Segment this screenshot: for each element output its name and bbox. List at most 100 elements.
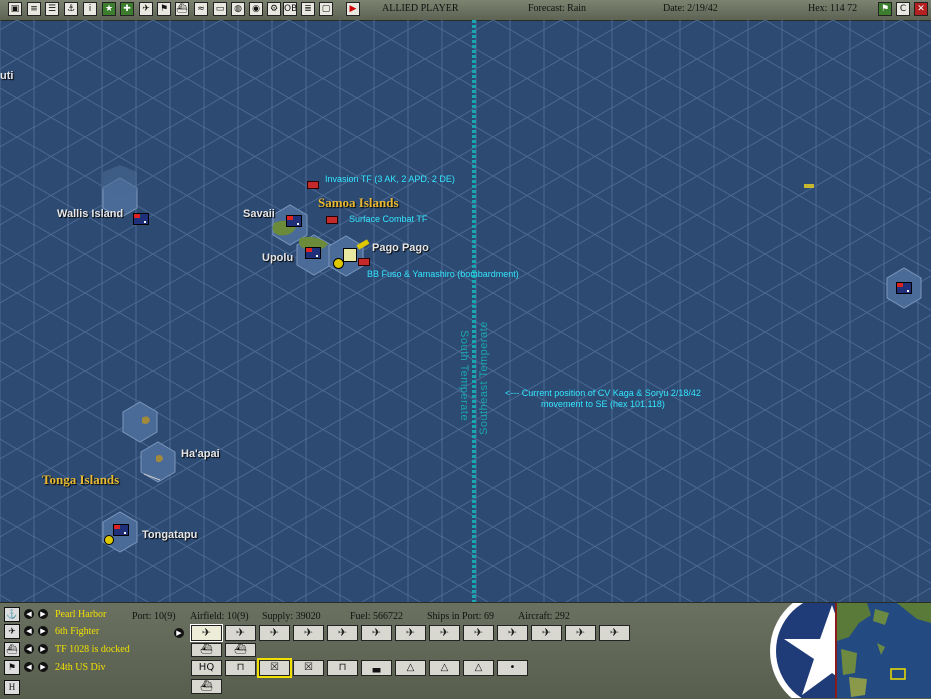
globe-icon[interactable]: ◍	[231, 2, 245, 16]
prev-arrow-icon[interactable]: ◀	[24, 662, 34, 672]
ship-icon[interactable]: ⛴	[4, 642, 20, 657]
mission-button[interactable]: ▃	[361, 660, 392, 676]
hex-grid	[0, 20, 931, 602]
upolu-base-flag[interactable]	[305, 247, 321, 259]
sub-icon[interactable]: ≈	[194, 2, 208, 16]
task-force-status[interactable]: TF 1028 is docked	[55, 644, 130, 655]
place-label-pago-pago: Pago Pago	[372, 242, 429, 254]
bombardment-tf-icon[interactable]	[358, 258, 370, 266]
flag-icon[interactable]: ⚑	[4, 660, 20, 675]
hex-readout: Hex: 114 72	[808, 3, 858, 14]
aircraft-scroll-arrow-icon[interactable]: ▶	[174, 628, 184, 638]
land-unit-row: ⚑ ◀ ▶ 24th US Div	[0, 660, 190, 677]
aircraft-slot-button[interactable]: ✈	[531, 625, 562, 641]
weather-label-southeast: Southeast Temperate	[478, 321, 490, 435]
list-icon[interactable]: ☰	[45, 2, 59, 16]
mission-button[interactable]: •	[497, 660, 528, 676]
save-icon[interactable]: ▢	[319, 2, 333, 16]
map-view[interactable]: uti Wallis Island Savaii Upolu Pago Pago…	[0, 20, 931, 602]
aircraft-slot-button[interactable]: ✈	[497, 625, 528, 641]
help-icon[interactable]: ◉	[249, 2, 263, 16]
next-arrow-icon[interactable]: ▶	[38, 626, 48, 636]
aircraft-slot-button[interactable]: ✈	[463, 625, 494, 641]
place-label-wallis: Wallis Island	[57, 208, 124, 220]
mission-button[interactable]: ⊓	[327, 660, 358, 676]
mission-button[interactable]: HQ	[191, 660, 222, 676]
aircraft-slot-button[interactable]: ✈	[565, 625, 596, 641]
star-icon[interactable]: ★	[102, 2, 116, 16]
flag-toggle-icon[interactable]: ⚑	[878, 2, 892, 16]
top-toolbar: ▣ ≡ ☰ ⚓ i ★ ✚ ✈ ⚑ ⛴ ≈ ▭ ◍ ◉ ⚙ OB ≣ ▢ ▶ A…	[0, 0, 931, 21]
flag-icon[interactable]: ⚑	[157, 2, 171, 16]
distant-ship-icon[interactable]	[804, 184, 814, 188]
gear-icon[interactable]: ⚙	[267, 2, 281, 16]
supply-stat: Supply: 39020	[262, 611, 321, 622]
air-unit-name[interactable]: 6th Fighter	[55, 626, 99, 637]
prev-arrow-icon[interactable]: ◀	[24, 644, 34, 654]
base-icon[interactable]: ▭	[213, 2, 227, 16]
ship-icon[interactable]: ⛴	[175, 2, 189, 16]
base-name[interactable]: Pearl Harbor	[55, 609, 106, 620]
info-icon[interactable]: i	[83, 2, 97, 16]
tongatapu-base-flag[interactable]	[113, 524, 129, 536]
tongatapu-airfield-icon[interactable]	[104, 535, 114, 545]
mission-button[interactable]: ☒	[293, 660, 324, 676]
mission-button[interactable]: △	[463, 660, 494, 676]
ships-in-port-stat: Ships in Port: 69	[427, 611, 494, 622]
aircraft-stat: Aircraft: 292	[518, 611, 570, 622]
place-label-tongatapu: Tongatapu	[142, 529, 198, 541]
east-base-flag[interactable]	[896, 282, 912, 294]
aircraft-slot-button[interactable]: ✈	[599, 625, 630, 641]
prev-arrow-icon[interactable]: ◀	[24, 626, 34, 636]
map-icon[interactable]: ▣	[8, 2, 22, 16]
ship-class-button[interactable]: ⛴	[191, 643, 222, 657]
allied-roundel-logo	[766, 603, 836, 698]
anchor-icon[interactable]: ⚓	[4, 607, 20, 622]
aircraft-slot-button[interactable]: ✈	[190, 624, 223, 642]
player-side: ALLIED PLAYER	[382, 3, 459, 14]
pago-pago-airfield-icon[interactable]	[333, 258, 344, 269]
hex-lines	[0, 20, 931, 602]
mission-button[interactable]: ⊓	[225, 660, 256, 676]
hq-icon[interactable]: H	[4, 680, 20, 695]
next-arrow-icon[interactable]: ▶	[38, 644, 48, 654]
forecast-text: Forecast: Rain	[528, 3, 587, 14]
transport-ship-button[interactable]: ⛴	[191, 679, 222, 694]
mission-button[interactable]: △	[429, 660, 460, 676]
place-label-savaii: Savaii	[243, 208, 275, 220]
prev-arrow-icon[interactable]: ◀	[24, 609, 34, 619]
report-icon[interactable]: ≡	[27, 2, 41, 16]
region-label-tonga: Tonga Islands	[42, 472, 120, 487]
strategic-minimap[interactable]	[835, 603, 931, 698]
fuel-stat: Fuel: 566722	[350, 611, 404, 622]
aircraft-slot-button[interactable]: ✈	[293, 625, 324, 641]
aircraft-slot-button[interactable]: ✈	[259, 625, 290, 641]
doc-icon[interactable]: ≣	[301, 2, 315, 16]
aircraft-slot-button[interactable]: ✈	[429, 625, 460, 641]
surface-combat-tf-icon[interactable]	[326, 216, 338, 224]
note-carrier-movement: movement to SE (hex 101,118)	[541, 399, 665, 409]
ship-class-button[interactable]: ⛴	[225, 643, 256, 657]
c-icon[interactable]: C	[896, 2, 910, 16]
aircraft-slot-button[interactable]: ✈	[361, 625, 392, 641]
aircraft-slot-button[interactable]: ✈	[225, 625, 256, 641]
plane-red-icon[interactable]: ✚	[120, 2, 134, 16]
next-arrow-icon[interactable]: ▶	[38, 662, 48, 672]
plane-icon[interactable]: ✈	[4, 624, 20, 639]
invasion-tf-icon[interactable]	[307, 181, 319, 189]
tf-icon[interactable]: ⚓	[64, 2, 78, 16]
pago-pago-base-icon[interactable]	[343, 248, 357, 262]
unit-plane-icon[interactable]: ✈	[139, 2, 153, 16]
end-turn-icon[interactable]: ▶	[346, 2, 360, 16]
mission-button[interactable]: ☒	[257, 658, 292, 678]
aircraft-slot-button[interactable]: ✈	[395, 625, 426, 641]
mission-button[interactable]: △	[395, 660, 426, 676]
close-icon[interactable]: ✕	[914, 2, 928, 16]
savaii-base-flag[interactable]	[286, 215, 302, 227]
land-unit-name[interactable]: 24th US Div	[55, 662, 106, 673]
next-arrow-icon[interactable]: ▶	[38, 609, 48, 619]
wallis-base-flag[interactable]	[133, 213, 149, 225]
ob-icon[interactable]: OB	[283, 2, 297, 16]
place-label-haapai: Ha'apai	[181, 448, 220, 460]
aircraft-slot-button[interactable]: ✈	[327, 625, 358, 641]
